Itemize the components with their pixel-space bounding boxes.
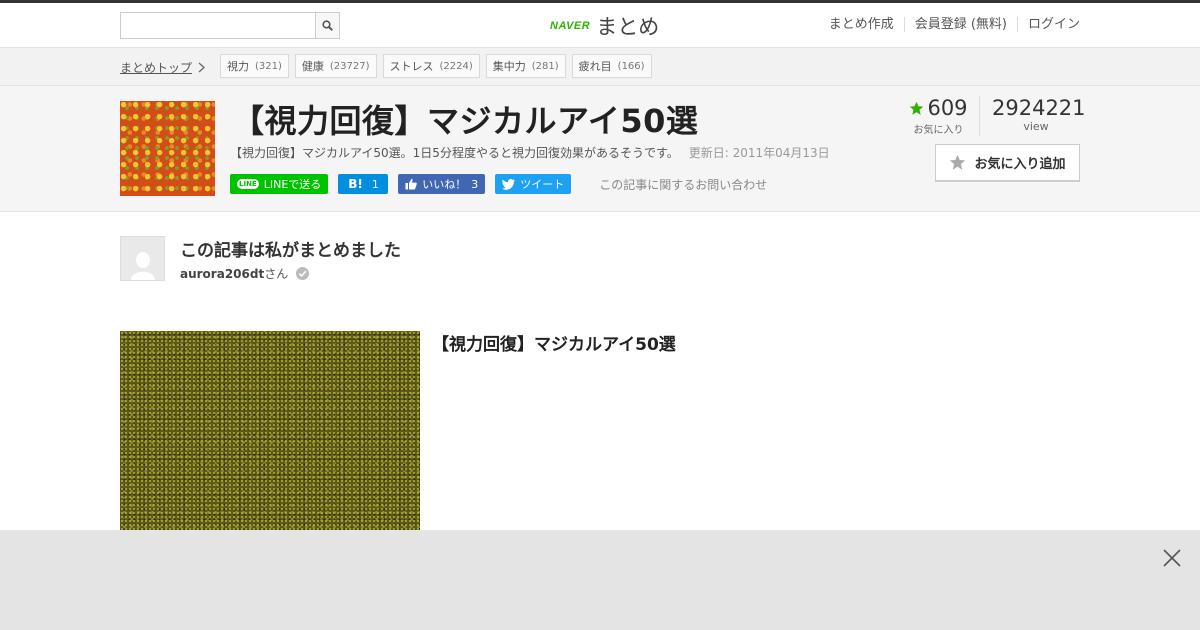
- article-thumbnail: [120, 101, 215, 196]
- add-favorite-label: お気に入り追加: [974, 157, 1066, 172]
- line-icon: LINE: [237, 179, 259, 189]
- thumbs-up-icon: [405, 178, 418, 190]
- tag-label: ストレス: [389, 60, 434, 73]
- ad-overlay: [0, 530, 1200, 630]
- tag-label: 視力: [227, 60, 249, 73]
- tag-count: (23727): [329, 60, 370, 72]
- search-input[interactable]: [120, 12, 315, 39]
- author-heading: この記事は私がまとめました: [180, 241, 401, 261]
- description-text: 【視力回復】マジカルアイ50選。1日5分程度やると視力回復効果があるそうです。: [230, 146, 679, 160]
- twitter-bird-icon: [502, 178, 516, 190]
- favorites-label: お気に入り: [913, 125, 964, 136]
- line-share-button[interactable]: LINE LINEで送る: [230, 174, 329, 194]
- facebook-like-label: いいね！: [422, 178, 467, 191]
- social-buttons: LINE LINEで送る B! 1 いいね！ 3 ツイート この記事に関するお問…: [230, 174, 767, 194]
- tag-count: (2224): [439, 60, 473, 72]
- search-button[interactable]: [315, 12, 340, 39]
- verified-check-icon: [296, 267, 310, 280]
- article-stats: 609 お気に入り 2924221 view: [908, 96, 1086, 136]
- facebook-like-button[interactable]: いいね！ 3: [398, 174, 486, 194]
- tag-label: 集中力: [492, 60, 526, 73]
- article-header: 【視力回復】マジカルアイ50選 【視力回復】マジカルアイ50選。1日5分程度やる…: [0, 86, 1200, 212]
- tag-kenkou[interactable]: 健康 (23727): [294, 54, 377, 78]
- facebook-like-count: 3: [471, 177, 479, 191]
- hatena-icon: B!: [348, 177, 363, 191]
- close-icon[interactable]: [1162, 548, 1182, 568]
- default-avatar-icon: [130, 252, 155, 280]
- author-info: aurora206dtさん: [180, 265, 310, 282]
- search-icon: [322, 20, 333, 31]
- favorites-count: 609: [927, 96, 968, 120]
- tag-shiryoku[interactable]: 視力 (321): [220, 54, 289, 78]
- tag-tsukareme[interactable]: 疲れ目 (166): [571, 54, 652, 78]
- hatena-bookmark-button[interactable]: B! 1: [338, 174, 389, 194]
- login-link[interactable]: ログイン: [1016, 17, 1080, 32]
- breadcrumb-label: まとめトップ: [120, 61, 193, 75]
- article-description: 【視力回復】マジカルアイ50選。1日5分程度やると視力回復効果があるそうです。更…: [230, 144, 830, 161]
- search-box: [120, 12, 340, 39]
- tweet-label: ツイート: [520, 178, 565, 191]
- logo-naver: NAVER: [550, 20, 591, 32]
- author-name-wrap[interactable]: aurora206dtさん: [180, 265, 288, 282]
- views-count: 2924221: [992, 96, 1086, 120]
- favorites-stat: 609 お気に入り: [908, 96, 980, 136]
- article-title: 【視力回復】マジカルアイ50選: [232, 102, 699, 140]
- star-outline-icon: [950, 154, 966, 170]
- author-suffix: さん: [264, 267, 289, 281]
- hatena-count: 1: [371, 177, 379, 191]
- content-item-title: 【視力回復】マジカルアイ50選: [432, 335, 676, 355]
- tag-list: 視力 (321) 健康 (23727) ストレス (2224) 集中力 (281) 疲れ…: [220, 54, 652, 78]
- tweet-button[interactable]: ツイート: [495, 174, 572, 194]
- add-favorite-button[interactable]: お気に入り追加: [935, 144, 1080, 182]
- breadcrumb-top-link[interactable]: まとめトップ: [120, 59, 205, 76]
- author-name: aurora206dt: [180, 267, 265, 281]
- header-nav: まとめ作成 会員登録 (無料) ログイン: [819, 17, 1080, 32]
- updated-date: 更新日: 2011年04月13日: [688, 146, 830, 160]
- magic-eye-image[interactable]: [120, 331, 420, 531]
- site-header: NAVER まとめ まとめ作成 会員登録 (無料) ログイン: [0, 3, 1200, 48]
- tag-label: 疲れ目: [578, 60, 612, 73]
- tag-count: (321): [255, 60, 282, 72]
- tag-count: (281): [531, 60, 559, 72]
- register-link[interactable]: 会員登録 (無料): [903, 17, 1017, 32]
- tag-shuchuryoku[interactable]: 集中力 (281): [485, 54, 566, 78]
- line-share-label: LINEで送る: [263, 178, 322, 191]
- contact-link[interactable]: この記事に関するお問い合わせ: [599, 176, 767, 193]
- favorites-count-row: 609: [908, 96, 969, 120]
- breadcrumb-bar: まとめトップ 視力 (321) 健康 (23727) ストレス (2224) 集中力 (…: [0, 48, 1200, 86]
- create-matome-link[interactable]: まとめ作成: [819, 17, 904, 32]
- tag-count: (166): [617, 60, 645, 72]
- views-stat: 2924221 view: [980, 96, 1086, 136]
- chevron-right-icon: [198, 62, 205, 73]
- avatar[interactable]: [120, 236, 165, 281]
- star-icon: [910, 101, 924, 115]
- tag-stress[interactable]: ストレス (2224): [382, 54, 480, 78]
- site-logo[interactable]: NAVER まとめ: [550, 11, 659, 41]
- views-label: view: [1023, 120, 1049, 133]
- tag-label: 健康: [301, 60, 324, 73]
- logo-matome: まとめ: [596, 15, 660, 39]
